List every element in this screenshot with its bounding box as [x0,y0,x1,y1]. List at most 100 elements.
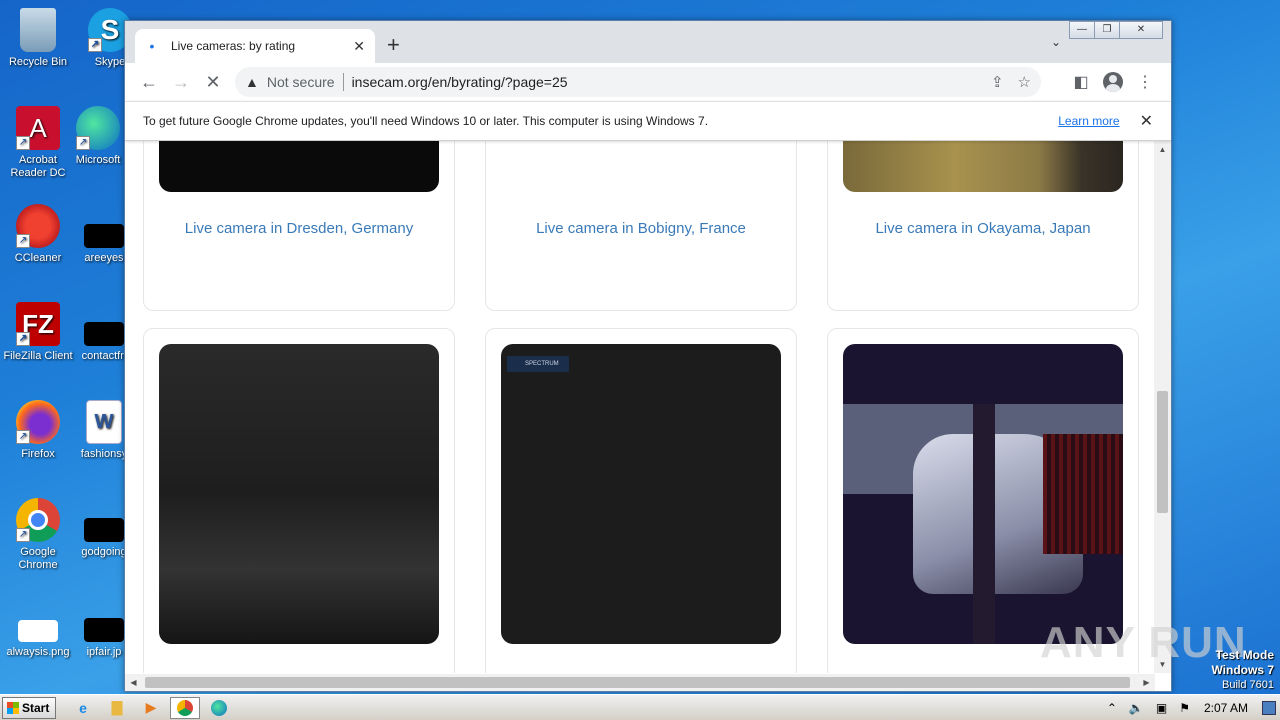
learn-more-link[interactable]: Learn more [1058,114,1119,128]
tab-title: Live cameras: by rating [171,39,296,53]
profile-button[interactable] [1097,67,1129,97]
avatar-icon [1103,72,1123,92]
image-file-icon [18,620,58,642]
camera-card[interactable]: SPECTRUM [485,328,797,673]
menu-kebab-icon[interactable]: ⋮ [1129,67,1161,97]
tray-expand-icon[interactable]: ⌃ [1107,701,1117,715]
desktop-icon-filezilla[interactable]: FZ ↗ FileZilla Client [0,302,76,363]
recycle-bin-icon [20,8,56,52]
tab-live-cameras[interactable]: • Live cameras: by rating ✕ [135,29,375,63]
camera-thumbnail[interactable]: SPECTRUM [501,344,781,644]
volume-icon[interactable]: 🔈 [1129,701,1144,715]
desktop-icon-alwaysis[interactable]: alwaysis.png [0,598,76,659]
side-panel-icon[interactable]: ◧ [1065,67,1097,97]
desktop-icon-ccleaner[interactable]: ↗ CCleaner [0,204,76,265]
horizontal-scrollbar[interactable]: ◀ ▶ [125,674,1155,691]
media-player-icon: ▶ [145,699,157,715]
desktop-icon-label: FileZilla Client [3,350,73,362]
firefox-icon: ↗ [16,400,60,444]
camera-link[interactable]: Live camera in Okayama, Japan [828,220,1138,237]
new-tab-button[interactable]: + [387,33,400,57]
tab-close-icon[interactable]: ✕ [353,38,365,55]
desktop-icon-label: alwaysis.png [6,646,70,658]
taskbar-media-player[interactable]: ▶ [136,697,166,719]
taskbar-chrome[interactable] [170,696,200,719]
shortcut-arrow-icon: ↗ [88,38,102,52]
bookmark-star-icon[interactable]: ☆ [1018,73,1031,91]
page-content: Live camera in Dresden, Germany Live cam… [125,141,1155,673]
file-icon [84,224,124,248]
tab-search-chevron-icon[interactable]: ⌄ [1051,35,1061,49]
taskbar-edge[interactable] [204,697,234,719]
desktop-icon-label: Google Chrome [18,546,58,571]
test-mode-line3: Build 7601 [1222,679,1274,691]
filezilla-icon: FZ ↗ [16,302,60,346]
windows-logo-icon [7,701,19,714]
restore-button[interactable]: ❐ [1094,21,1120,39]
infobar-close-icon[interactable]: ✕ [1140,111,1153,131]
system-tray: ⌃ 🔈 ▣ ⚑ 2:07 AM [1101,695,1280,720]
camera-thumbnail[interactable] [501,141,781,192]
network-icon[interactable]: ▣ [1156,701,1167,715]
url-text[interactable]: insecam.org/en/byrating/?page=25 [352,74,977,90]
address-bar[interactable]: ▲ Not secure insecam.org/en/byrating/?pa… [235,67,1041,97]
browser-toolbar: ← → ✕ ▲ Not secure insecam.org/en/byrati… [125,63,1171,101]
loading-favicon-icon: • [149,38,155,54]
clock[interactable]: 2:07 AM [1204,701,1248,715]
shortcut-arrow-icon: ↗ [16,528,30,542]
scroll-left-arrow-icon[interactable]: ◀ [125,674,142,691]
stop-loading-button[interactable]: ✕ [197,67,229,97]
infobar-message: To get future Google Chrome updates, you… [143,114,709,128]
forward-button[interactable]: → [165,67,197,97]
camera-thumbnail[interactable] [159,344,439,644]
shortcut-arrow-icon: ↗ [16,332,30,346]
back-button[interactable]: ← [133,67,165,97]
camera-thumbnail[interactable] [159,141,439,192]
scroll-up-arrow-icon[interactable]: ▲ [1154,141,1171,158]
share-icon[interactable]: ⇪ [991,73,1004,91]
taskbar-explorer[interactable]: ▇ [102,697,132,719]
word-document-icon: W [86,400,122,444]
test-mode-line1: Test Mode [1215,648,1274,662]
test-mode-line2: Windows 7 [1211,663,1274,677]
desktop-icon-recycle-bin[interactable]: Recycle Bin [0,8,76,69]
browser-window: • Live cameras: by rating ✕ + ⌄ — ❐ ✕ ← … [124,20,1172,692]
scrollbar-thumb[interactable] [1157,391,1168,513]
file-icon [84,618,124,642]
acrobat-icon: A ↗ [16,106,60,150]
scroll-right-arrow-icon[interactable]: ▶ [1138,674,1155,691]
taskbar: Start e ▇ ▶ ⌃ 🔈 ▣ ⚑ 2:07 AM [0,694,1280,720]
chrome-icon: ↗ [16,498,60,542]
file-icon [84,322,124,346]
file-icon [84,518,124,542]
camera-card[interactable]: Live camera in Bobigny, France [485,141,797,311]
divider [342,73,344,91]
warning-triangle-icon[interactable]: ▲ [245,74,259,90]
overlay-badge: SPECTRUM [507,356,569,372]
camera-link[interactable]: Live camera in Dresden, Germany [144,220,454,237]
desktop-icon-firefox[interactable]: ↗ Firefox [0,400,76,461]
camera-card[interactable] [143,328,455,673]
not-secure-label[interactable]: Not secure [267,74,335,90]
minimize-button[interactable]: — [1069,21,1095,39]
taskbar-internet-explorer[interactable]: e [68,697,98,719]
camera-link[interactable]: Live camera in Bobigny, France [486,220,796,237]
vertical-scrollbar[interactable]: ▲ ▼ [1154,141,1171,673]
camera-card[interactable]: Live camera in Okayama, Japan [827,141,1139,311]
edge-icon [211,699,227,716]
action-center-flag-icon[interactable]: ⚑ [1179,701,1190,715]
update-infobar: To get future Google Chrome updates, you… [125,101,1171,141]
camera-thumbnail[interactable] [843,141,1123,192]
desktop-icon-google-chrome[interactable]: ↗ Google Chrome [0,498,76,572]
start-button[interactable]: Start [2,696,56,719]
close-window-button[interactable]: ✕ [1119,21,1163,39]
internet-explorer-icon: e [79,699,87,716]
scrollbar-thumb[interactable] [145,677,1130,688]
camera-thumbnail[interactable] [843,344,1123,644]
shortcut-arrow-icon: ↗ [76,136,90,150]
camera-card[interactable]: Live camera in Dresden, Germany [143,141,455,311]
browser-titlebar: • Live cameras: by rating ✕ + ⌄ — ❐ ✕ [125,21,1171,63]
show-desktop-button[interactable] [1262,701,1276,715]
window-controls: — ❐ ✕ [1069,21,1163,39]
shortcut-arrow-icon: ↗ [16,430,30,444]
